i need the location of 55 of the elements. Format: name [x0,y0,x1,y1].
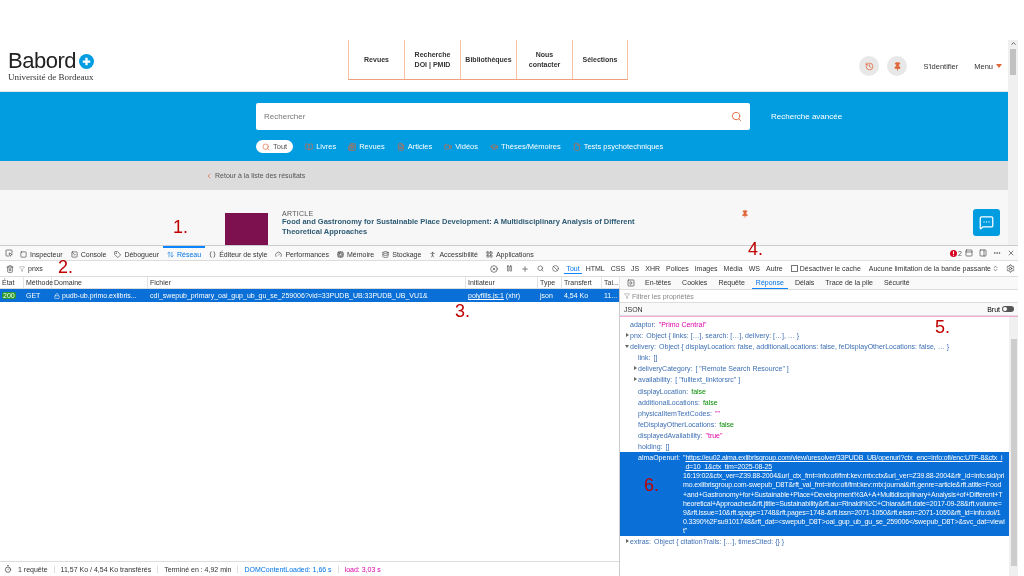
scrollbar[interactable] [1008,40,1018,245]
pin-button[interactable] [887,56,908,76]
plus-icon [78,53,94,69]
terminal-icon [70,250,78,258]
search-icon [262,142,270,151]
chevron-icon [205,171,213,180]
annotation-number: 1. [173,218,188,236]
pin-icon [892,61,902,71]
filter-icon [19,265,25,272]
annotation-number: 4. [748,240,763,258]
scrollbar[interactable] [1009,317,1018,576]
newspaper-icon [348,142,357,151]
lock-icon [54,292,60,299]
expand-arrow-icon [633,366,637,371]
gauge-icon [275,250,283,258]
caret-icon [996,64,1002,68]
graduation-cap-icon [490,142,499,151]
dock-icon[interactable] [976,246,990,260]
logo-subtitle: Université de Bordeaux [8,72,95,82]
chip-icon [337,250,344,258]
database-icon [382,250,390,258]
search-icon [731,111,742,122]
file-icon [572,142,581,151]
arrows-icon [167,250,174,258]
annotation-number: 3. [455,302,470,320]
collapse-arrow-icon [625,344,629,349]
stopwatch-icon [4,565,12,573]
tag-icon [114,250,122,258]
expand-arrow-icon [633,377,637,382]
grid-icon [485,250,493,258]
chat-icon [979,215,994,230]
panel-icon[interactable] [962,246,976,260]
filter-icon [624,293,630,299]
pin-icon[interactable] [741,210,749,218]
video-icon [444,142,453,151]
document-icon [396,142,405,151]
history-icon [864,61,874,71]
sort-arrows-icon [992,265,999,272]
scroll-thumb[interactable] [1010,49,1016,75]
expand-arrow-icon [625,538,629,543]
logo[interactable]: Babord [8,50,76,72]
play-icon[interactable] [624,277,638,289]
annotation-number: 2. [58,258,73,276]
annotation-number: 5. [935,318,950,336]
person-icon [429,250,437,258]
annotation-number: 6. [644,476,660,495]
search-field[interactable]: Rechercher [256,103,750,130]
chat-button[interactable] [973,209,1000,236]
error-icon [950,249,958,257]
cover-thumbnail [225,213,268,245]
book-icon [305,142,314,151]
braces-icon [209,250,217,258]
history-button[interactable] [859,56,880,76]
element-picker-icon[interactable] [2,246,16,260]
expand-arrow-icon [625,333,629,338]
